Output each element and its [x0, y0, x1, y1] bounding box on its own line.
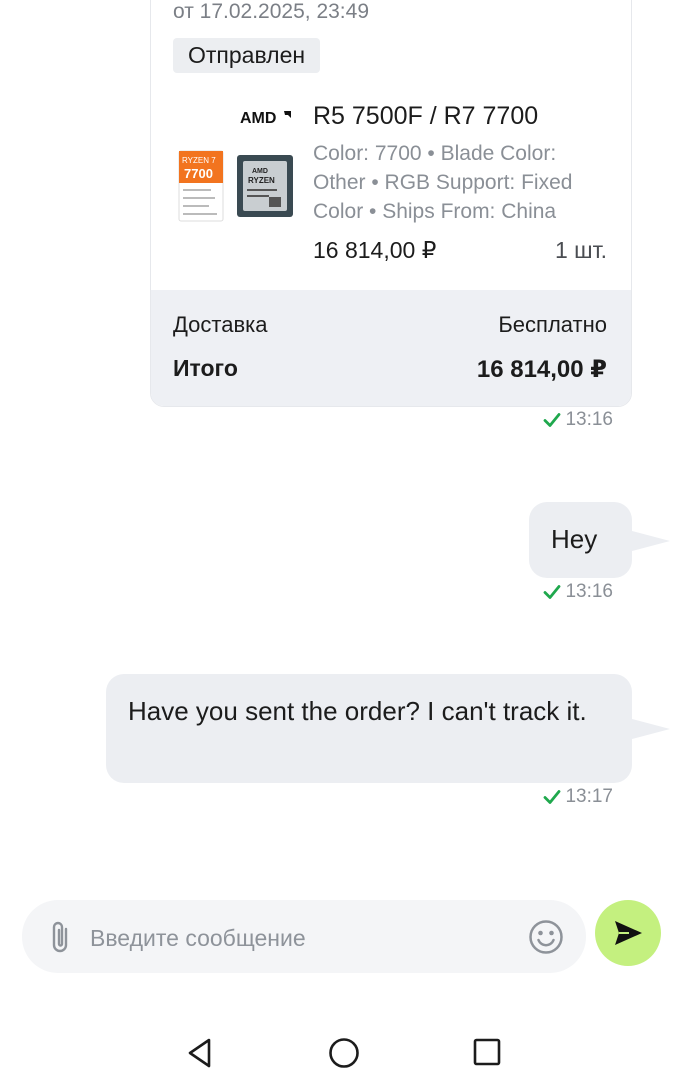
message-time: 13:16 [565, 409, 613, 430]
product-quantity: 1 шт. [554, 237, 607, 263]
delivery-label: Доставка [173, 312, 268, 337]
message-meta: 13:17 [543, 785, 613, 809]
check-icon [544, 585, 561, 599]
home-circle-icon[interactable] [328, 1037, 360, 1069]
order-summary: Доставка Бесплатно Итого 16 814,00 ₽ [151, 290, 631, 406]
total-label: Итого [173, 355, 238, 381]
send-button[interactable] [595, 900, 661, 966]
message-time: 13:17 [565, 786, 613, 807]
paperclip-icon[interactable] [48, 920, 74, 954]
bubble-tail [632, 531, 670, 551]
message-bubble[interactable]: Hey [529, 502, 632, 578]
box-model-text: 7700 [184, 166, 213, 181]
chip-brand-text: AMD [252, 168, 268, 175]
order-status-badge: Отправлен [173, 38, 321, 73]
smiley-icon[interactable] [528, 919, 564, 955]
message-text: Have you sent the order? I can't track i… [128, 696, 587, 726]
bubble-tail [632, 719, 670, 739]
message-text: Hey [551, 524, 598, 554]
check-icon [544, 790, 561, 804]
order-card[interactable]: от 17.02.2025, 23:49 Отправлен AMD RYZEN… [150, 0, 632, 407]
product-name[interactable]: R5 7500F / R7 7700 [313, 102, 538, 131]
recents-square-icon[interactable] [473, 1038, 501, 1066]
box-line-text: RYZEN 7 [182, 156, 216, 165]
message-time: 13:16 [565, 581, 613, 602]
amd-logo-text: AMD [240, 110, 276, 127]
message-composer [22, 900, 586, 973]
product-price: 16 814,00 ₽ [313, 237, 437, 263]
order-date: от 17.02.2025, 23:49 [173, 0, 369, 23]
back-triangle-icon[interactable] [184, 1036, 218, 1070]
product-attributes: Color: 7700 • Blade Color: Other • RGB S… [313, 142, 573, 223]
total-value: 16 814,00 ₽ [476, 356, 607, 383]
chip-name-text: RYZEN [248, 176, 275, 185]
message-bubble[interactable]: Have you sent the order? I can't track i… [106, 674, 632, 783]
send-arrow-icon [615, 921, 642, 945]
check-icon [544, 413, 561, 427]
product-image[interactable]: AMD RYZEN 7 7700 AMD RYZEN [173, 103, 298, 249]
message-input[interactable] [88, 918, 512, 958]
delivery-value: Бесплатно [498, 312, 607, 337]
order-message-meta: 13:16 [543, 408, 613, 432]
message-meta: 13:16 [543, 580, 613, 604]
